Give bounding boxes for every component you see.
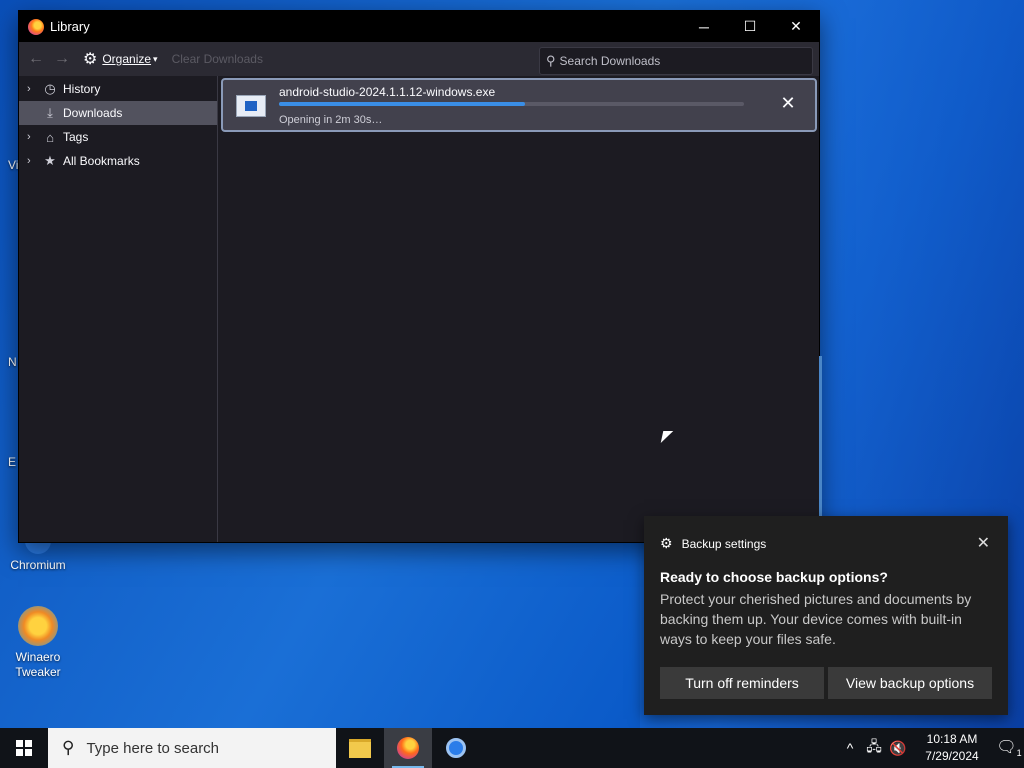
search-icon: ⚲: [546, 53, 556, 68]
notification-app-name: Backup settings: [681, 536, 767, 551]
notification-icon: 🗨: [996, 739, 1017, 757]
start-button[interactable]: [0, 728, 48, 768]
firefox-icon: [397, 737, 419, 759]
close-notification-button[interactable]: ✕: [977, 533, 990, 553]
download-item[interactable]: android-studio-2024.1.1.12-windows.exe O…: [221, 78, 817, 132]
desktop-icon-label: Winaero Tweaker: [15, 650, 61, 679]
taskbar-search-placeholder: Type here to search: [86, 739, 220, 757]
clear-downloads-button[interactable]: Clear Downloads: [172, 52, 263, 66]
sidebar-item-label: All Bookmarks: [63, 154, 140, 168]
turn-off-reminders-button[interactable]: Turn off reminders: [660, 667, 824, 699]
sidebar-item-label: Downloads: [63, 106, 123, 120]
taskbar-file-explorer[interactable]: [336, 728, 384, 768]
organize-button[interactable]: ⚙ Organize ▾: [83, 49, 158, 69]
sidebar-item-tags[interactable]: › ⌂ Tags: [19, 125, 217, 149]
winaero-tweaker-icon: [18, 606, 58, 646]
clock-date: 7/29/2024: [925, 749, 979, 763]
downloads-list: android-studio-2024.1.1.12-windows.exe O…: [218, 76, 822, 546]
tag-icon: ⌂: [46, 129, 54, 145]
back-button[interactable]: ←: [23, 46, 49, 72]
gear-icon: ⚙: [660, 535, 673, 551]
windows-logo-icon: [16, 740, 32, 756]
clock-time: 10:18 AM: [926, 732, 978, 746]
forward-button[interactable]: →: [49, 46, 75, 72]
desktop-icon-winaero-tweaker[interactable]: Winaero Tweaker: [6, 606, 70, 680]
maximize-button[interactable]: ☐: [727, 11, 773, 42]
library-sidebar: › ◷ History ⤓ Downloads › ⌂ Tags › ★ All…: [19, 76, 218, 542]
organize-label: Organize: [102, 52, 152, 66]
action-center-button[interactable]: 🗨1: [994, 737, 1024, 758]
exe-file-icon: [236, 95, 266, 117]
search-icon: ⚲: [62, 738, 75, 757]
chevron-down-icon: ▾: [153, 53, 158, 64]
notification-body: Protect your cherished pictures and docu…: [660, 591, 972, 647]
taskbar: ⚲ Type here to search ^ 🖧 🔇 10:18 AM 7/2…: [0, 728, 1024, 768]
network-icon[interactable]: 🖧: [862, 736, 886, 760]
library-window: Library ─ ☐ ✕ ← → ⚙ Organize ▾ Clear Dow…: [18, 10, 822, 546]
notification-count: 1: [1016, 748, 1022, 759]
taskbar-search-box[interactable]: ⚲ Type here to search: [48, 728, 336, 768]
download-progress-bar: [279, 102, 744, 106]
notification-header: ⚙ Backup settings: [660, 535, 766, 552]
desktop-icon-label-partial: E: [8, 455, 17, 469]
search-placeholder: Search Downloads: [559, 54, 661, 68]
gear-icon: ⚙: [83, 51, 98, 68]
expand-chevron-icon[interactable]: ›: [27, 83, 41, 95]
expand-chevron-icon[interactable]: ›: [27, 155, 41, 167]
minimize-button[interactable]: ─: [681, 11, 727, 42]
sidebar-item-downloads[interactable]: ⤓ Downloads: [19, 101, 217, 125]
search-downloads-field[interactable]: ⚲ Search Downloads: [539, 47, 813, 75]
sidebar-item-history[interactable]: › ◷ History: [19, 77, 217, 101]
close-button[interactable]: ✕: [773, 11, 819, 42]
expand-chevron-icon[interactable]: ›: [27, 131, 41, 143]
clock-icon: ◷: [44, 81, 56, 96]
sidebar-item-all-bookmarks[interactable]: › ★ All Bookmarks: [19, 149, 217, 173]
desktop-icon-label-partial: N: [8, 355, 17, 369]
chromium-icon: [446, 738, 466, 758]
sidebar-item-label: History: [63, 82, 101, 96]
download-filename: android-studio-2024.1.1.12-windows.exe: [279, 85, 496, 99]
folder-icon: [349, 738, 371, 758]
notification-title: Ready to choose backup options?: [660, 569, 888, 585]
desktop-icon-label-partial: Vi: [8, 158, 19, 172]
download-icon: ⤓: [47, 105, 53, 120]
firefox-icon: [28, 18, 44, 35]
taskbar-firefox[interactable]: [384, 728, 432, 768]
download-status: Opening in 2m 30s…: [279, 114, 383, 126]
system-tray: ^ 🖧 🔇 10:18 AM 7/29/2024 🗨1: [838, 728, 1024, 768]
taskbar-chromium[interactable]: [432, 728, 480, 768]
clock[interactable]: 10:18 AM 7/29/2024: [918, 731, 986, 765]
sidebar-item-label: Tags: [63, 130, 89, 144]
view-backup-options-button[interactable]: View backup options: [828, 667, 992, 699]
download-progress-fill: [279, 102, 526, 106]
chevron-up-icon[interactable]: ^: [838, 740, 862, 756]
window-title: Library: [50, 19, 90, 34]
cancel-download-button[interactable]: ✕: [777, 92, 799, 114]
star-icon: ★: [44, 153, 56, 168]
volume-muted-icon[interactable]: 🔇: [886, 740, 910, 757]
desktop-icon-label: Chromium: [10, 558, 66, 572]
backup-notification: ⚙ Backup settings ✕ Ready to choose back…: [644, 516, 1008, 715]
title-bar[interactable]: Library ─ ☐ ✕: [19, 11, 819, 42]
